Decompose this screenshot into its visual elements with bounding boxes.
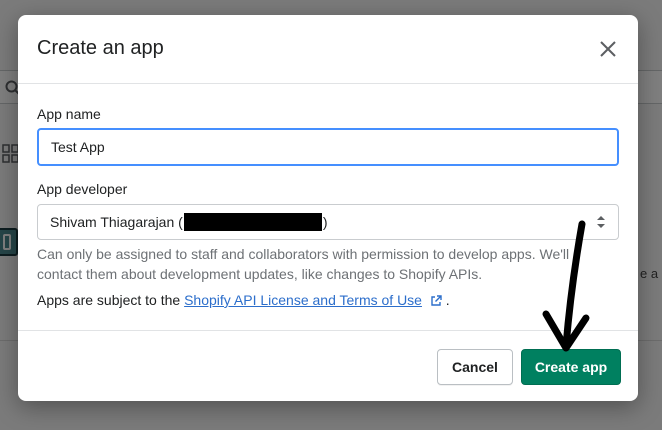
arrow-icon [542, 220, 590, 352]
terms-suffix: . [441, 292, 450, 308]
app-developer-value-prefix: Shivam Thiagarajan ( [50, 214, 183, 230]
app-name-label: App name [37, 106, 101, 122]
terms-link[interactable]: Shopify API License and Terms of Use [184, 292, 422, 308]
app-developer-select[interactable]: Shivam Thiagarajan () [37, 204, 619, 240]
close-button[interactable] [598, 39, 618, 59]
modal-title: Create an app [37, 37, 164, 59]
terms-text: Apps are subject to the Shopify API Lice… [37, 292, 450, 308]
app-name-input[interactable] [37, 128, 619, 166]
modal-header: Create an app [18, 15, 638, 84]
app-developer-help-text: Can only be assigned to staff and collab… [37, 246, 570, 282]
close-icon [600, 41, 616, 57]
redacted-email [183, 213, 322, 231]
external-link-icon[interactable] [430, 295, 442, 307]
app-developer-value-suffix: ) [322, 214, 328, 230]
app-developer-label: App developer [37, 181, 128, 197]
terms-prefix: Apps are subject to the [37, 292, 185, 308]
cancel-button[interactable]: Cancel [437, 349, 513, 385]
